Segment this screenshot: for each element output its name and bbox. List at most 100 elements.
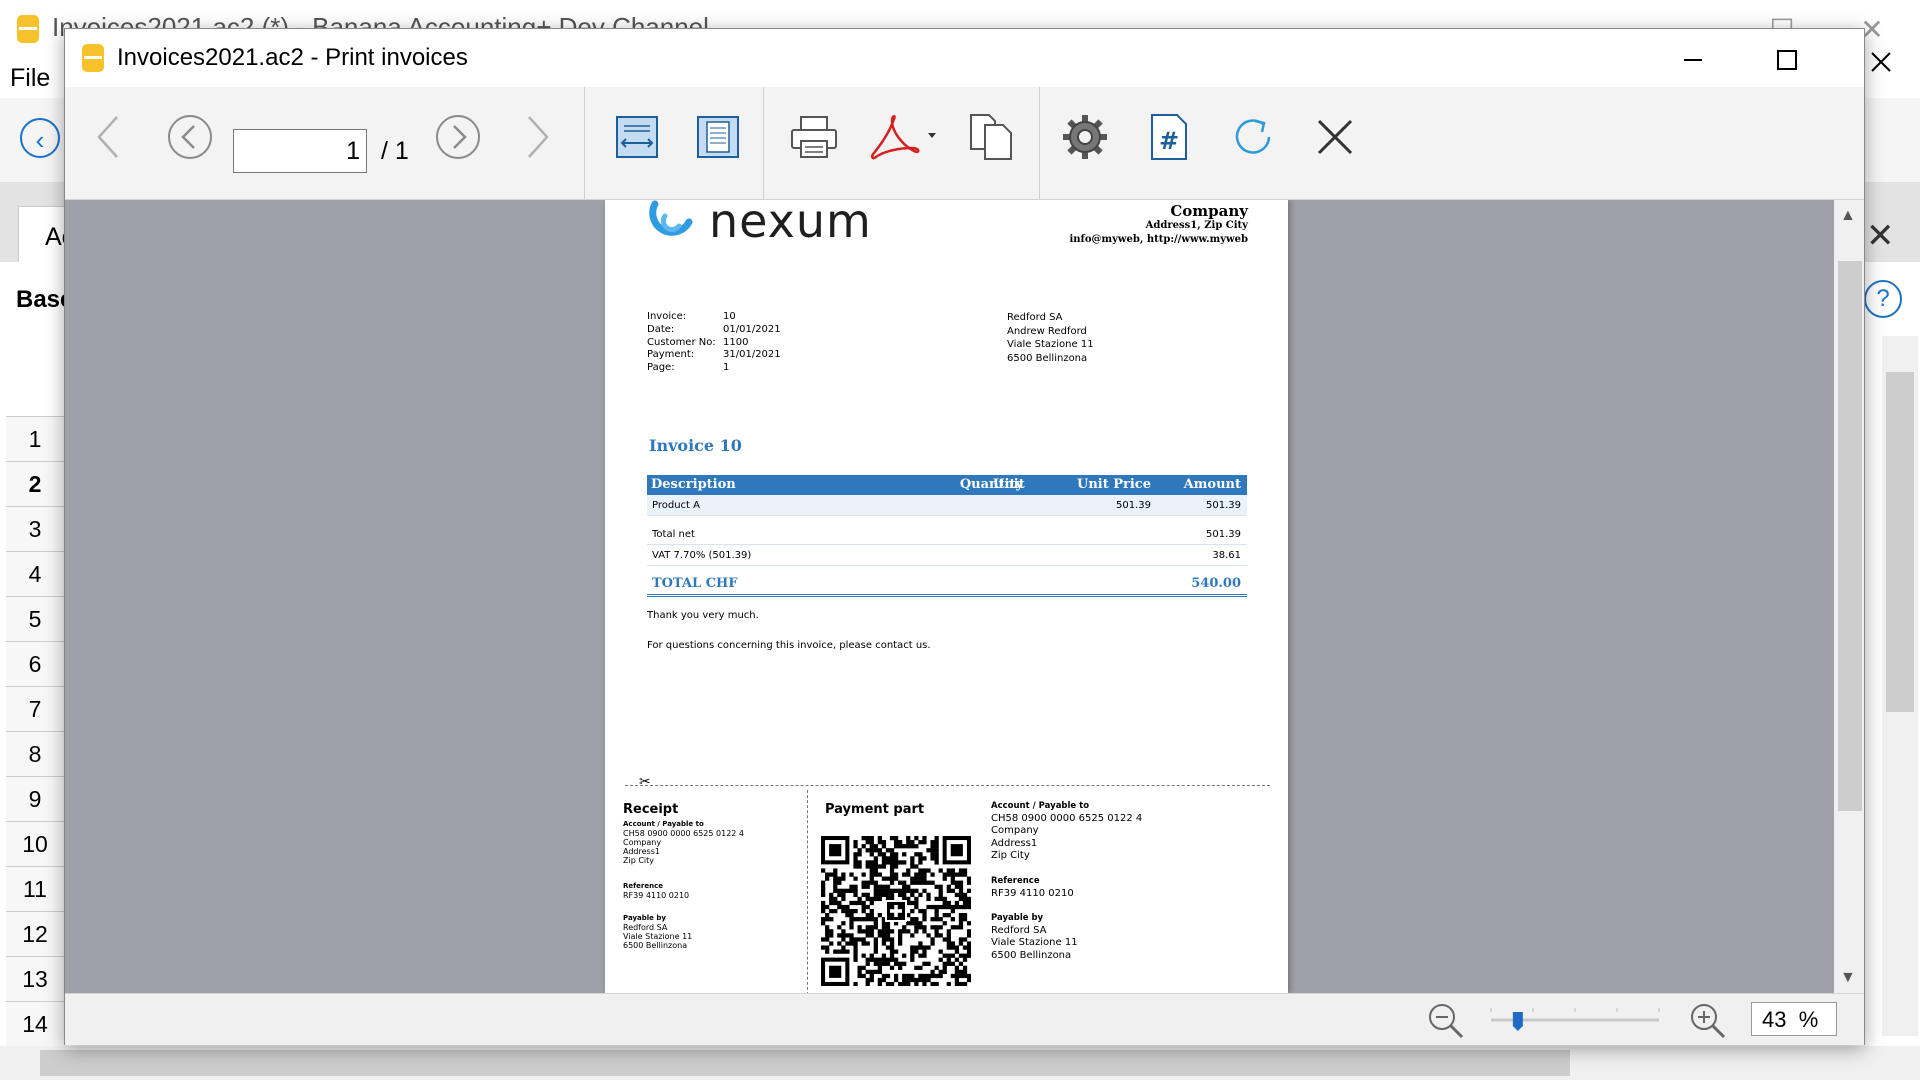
row-number[interactable]: 10	[6, 821, 64, 866]
toolbar-separator	[763, 87, 764, 199]
grand-total-row: TOTAL CHF 540.00	[647, 572, 1247, 597]
invoice-info-block: Invoice: 10 Date: 01/01/2021 Customer No: 1…	[647, 311, 781, 375]
next-page-button[interactable]	[503, 95, 573, 179]
payment-line: Redford SA	[991, 924, 1047, 936]
info-value: 1	[723, 362, 730, 374]
receipt-reference-value: RF39 4110 0210	[623, 891, 690, 900]
payment-account: Account / Payable to CH58 0900 0000 6525…	[991, 800, 1142, 863]
receipt-reference: Reference RF39 4110 0210	[623, 882, 689, 900]
page-number-input[interactable]: 1	[233, 129, 367, 173]
payment-reference-label: Reference	[991, 876, 1040, 886]
circle-chevron-left-icon	[168, 115, 212, 159]
maximize-icon[interactable]	[1759, 37, 1815, 79]
col-amount: Amount	[1183, 477, 1241, 492]
info-row: Invoice: 10	[647, 311, 781, 324]
row-number[interactable]: 12	[6, 911, 64, 956]
customer-line: Redford SA	[1007, 312, 1063, 323]
info-label: Customer No:	[647, 336, 716, 348]
zoom-unit: %	[1798, 1007, 1819, 1032]
row-number[interactable]: 8	[6, 731, 64, 776]
info-row: Payment: 31/01/2021	[647, 349, 781, 362]
company-name: Company	[1170, 202, 1248, 220]
row-number[interactable]: 2	[6, 461, 64, 506]
close-panel-icon[interactable]: ✕	[1866, 216, 1895, 256]
settings-button[interactable]	[1050, 95, 1120, 179]
receipt-line: 6500 Bellinzona	[623, 941, 688, 950]
vat-row: VAT 7.70% (501.39) 38.61	[647, 545, 1247, 566]
fit-page-button[interactable]	[683, 95, 753, 179]
payment-account-label: Account / Payable to	[991, 801, 1090, 811]
invoice-items-table: Description Quantity Unit Unit Price Amo…	[647, 475, 1247, 597]
refresh-icon	[1235, 119, 1271, 154]
receipt-line: Redford SA	[623, 923, 668, 932]
scroll-up-icon[interactable]: ▲	[1840, 207, 1856, 225]
info-value: 01/01/2021	[723, 323, 781, 335]
info-label: Page:	[647, 362, 675, 374]
receipt-account-label: Account / Payable to	[623, 820, 704, 828]
menu-file[interactable]: File	[10, 64, 50, 93]
zoom-value: 43	[1762, 1007, 1787, 1032]
fit-width-button[interactable]	[602, 95, 672, 179]
last-page-button[interactable]	[423, 95, 493, 179]
toolbar-separator	[584, 87, 585, 199]
zoom-slider-thumb[interactable]	[1512, 1012, 1523, 1031]
invoice-page: nexum Company Address1, Zip City info@my…	[605, 200, 1288, 993]
zoom-input[interactable]: 43 %	[1751, 1002, 1837, 1036]
payment-payable-label: Payable by	[991, 913, 1044, 923]
info-row: Customer No: 1100	[647, 337, 781, 350]
invoice-title: Invoice 10	[649, 436, 742, 455]
export-pdf-button[interactable]	[861, 95, 945, 179]
scroll-down-icon[interactable]: ▼	[1840, 969, 1856, 987]
close-preview-button[interactable]	[1300, 95, 1370, 179]
row-number[interactable]: 14	[6, 1001, 64, 1046]
page-number-settings-button[interactable]: #	[1134, 95, 1204, 179]
receipt-payable-by: Payable by Redford SA Viale Stazione 11 …	[623, 914, 692, 950]
total-amount: 540.00	[1191, 576, 1241, 591]
previous-page-button[interactable]	[73, 95, 143, 179]
receipt-account: Account / Payable to CH58 0900 0000 6525…	[623, 820, 744, 865]
print-button[interactable]	[779, 95, 849, 179]
zoom-out-icon[interactable]	[1427, 1002, 1465, 1040]
copy-button[interactable]	[957, 95, 1027, 179]
back-icon[interactable]: ‹	[20, 118, 60, 158]
customer-line: Andrew Redford	[1007, 325, 1087, 337]
row-number[interactable]: 11	[6, 866, 64, 911]
circle-chevron-right-icon	[436, 115, 480, 159]
receipt-line: Viale Stazione 11	[623, 932, 693, 941]
row-number[interactable]: 9	[6, 776, 64, 821]
main-vertical-scroll-thumb[interactable]	[1886, 372, 1914, 712]
row-number[interactable]: 7	[6, 686, 64, 731]
zoom-in-icon[interactable]	[1689, 1002, 1727, 1040]
print-preview-area[interactable]: nexum Company Address1, Zip City info@my…	[65, 200, 1834, 993]
banana-app-icon	[17, 15, 39, 43]
receipt-line: Address1	[623, 847, 660, 856]
receipt-title: Receipt	[623, 802, 679, 817]
payment-line: Address1	[991, 837, 1038, 849]
payment-payable-by: Payable by Redford SA Viale Stazione 11 …	[991, 912, 1078, 962]
refresh-button[interactable]	[1218, 95, 1288, 179]
payment-line: Viale Stazione 11	[991, 937, 1078, 949]
main-horizontal-scroll-thumb[interactable]	[40, 1050, 1570, 1076]
dialog-title: Invoices2021.ac2 - Print invoices	[117, 44, 468, 71]
row-number[interactable]: 6	[6, 641, 64, 686]
zoom-slider[interactable]	[1485, 1004, 1665, 1038]
help-icon[interactable]: ?	[1864, 280, 1902, 318]
row-number[interactable]: 3	[6, 506, 64, 551]
row-number[interactable]: 13	[6, 956, 64, 1001]
print-invoices-dialog: Invoices2021.ac2 - Print invoices 1 / 1	[64, 28, 1891, 1045]
minimize-icon[interactable]	[1665, 37, 1721, 79]
company-web: info@myweb, http://www.myweb	[1069, 234, 1248, 245]
nexum-logo-icon	[649, 200, 693, 236]
gear-icon	[1063, 115, 1107, 159]
total-net-value: 501.39	[1206, 529, 1241, 540]
row-number[interactable]: 1	[6, 416, 64, 461]
row-number[interactable]: 5	[6, 596, 64, 641]
banana-app-icon	[82, 44, 104, 72]
col-description: Description	[651, 477, 736, 492]
item-description: Product A	[652, 500, 700, 511]
first-page-button[interactable]	[155, 95, 225, 179]
preview-scroll-thumb[interactable]	[1838, 261, 1862, 811]
window-close-icon[interactable]	[1853, 39, 1909, 81]
row-number[interactable]: 4	[6, 551, 64, 596]
receipt-reference-label: Reference	[623, 882, 664, 890]
